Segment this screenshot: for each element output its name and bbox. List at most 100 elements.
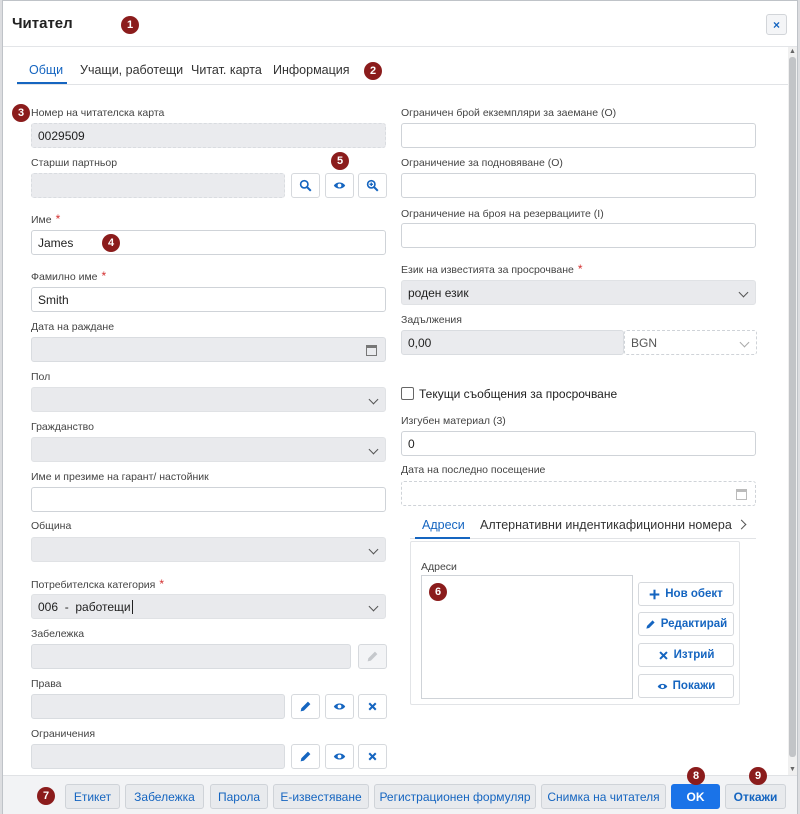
marker-badge-3: 3 [12,104,30,122]
main-tabs: Общи Учащи, работещи Читат. карта Информ… [17,59,793,85]
plus-icon [649,589,660,599]
restrictions-label: Ограничения [31,728,95,740]
subtab-alternative-ids[interactable]: Алтернативни индентикафиционни номера [480,518,732,532]
pencil-icon [646,619,655,629]
senior-partner-field[interactable] [31,173,285,198]
cancel-button[interactable]: Откажи [725,784,786,809]
senior-partner-label: Старши партньор [31,157,118,169]
calendar-icon [736,489,747,500]
calendar-icon[interactable] [366,345,377,356]
password-button[interactable]: Парола [210,784,268,809]
citizenship-select[interactable] [31,437,386,462]
last-name-input[interactable]: Smith [31,287,386,312]
remove-restrictions-button[interactable] [358,744,387,769]
addresses-list[interactable] [421,575,633,699]
new-object-button[interactable]: Нов обект [638,582,734,606]
eye-icon [333,753,346,760]
label-button[interactable]: Етикет [65,784,120,809]
edit-address-label: Редактирай [660,618,728,630]
content-scrollbar[interactable]: ▲ ▼ [788,47,797,775]
remove-rights-button[interactable] [358,694,387,719]
tab-information[interactable]: Информация [273,63,350,77]
eye-icon [333,182,346,189]
scroll-thumb[interactable] [789,57,796,757]
lost-material-label: Изгубен материал (3) [401,415,506,427]
overdue-language-select[interactable]: роден език [401,280,756,305]
scroll-down-icon[interactable]: ▼ [788,765,797,774]
search-partner-button[interactable] [291,173,320,198]
addresses-label: Адреси [421,561,457,573]
edit-rights-button[interactable] [291,694,320,719]
card-number-field[interactable]: 0029509 [31,123,386,148]
marker-badge-8: 8 [687,767,705,785]
renewal-limit-label: Ограничение за подновяване (О) [401,157,563,169]
rights-field[interactable] [31,694,285,719]
gender-label: Пол [31,371,51,383]
registration-form-button[interactable]: Регистрационен формуляр [374,784,536,809]
e-notification-button[interactable]: Е-известяване [273,784,369,809]
active-subtab-indicator [415,537,470,539]
birth-date-label: Дата на раждане [31,321,115,333]
first-name-input[interactable]: James [31,230,386,255]
note-field[interactable] [31,644,351,669]
chevron-down-icon [739,337,750,348]
edit-note-button[interactable] [358,644,387,669]
reservation-limit-input[interactable] [401,223,756,248]
eye-icon [333,703,346,710]
delete-address-label: Изтрий [673,649,715,661]
view-partner-button[interactable] [325,173,354,198]
overdue-messages-checkbox[interactable] [401,387,414,400]
last-name-label: Фамилно име * [31,269,107,283]
times-icon [368,752,377,761]
renewal-limit-input[interactable] [401,173,756,198]
chevron-down-icon [368,544,379,555]
debts-label: Задължения [401,314,462,326]
municipality-select[interactable] [31,537,386,562]
user-category-select[interactable]: 006 - работещи [31,594,386,619]
marker-badge-1: 1 [121,16,139,34]
scroll-up-icon[interactable]: ▲ [788,47,797,56]
marker-badge-4: 4 [102,234,120,252]
subtab-addresses[interactable]: Адреси [422,518,465,532]
tab-general[interactable]: Общи [29,63,63,77]
lost-material-value: 0 [408,436,415,451]
chevron-right-icon[interactable] [736,519,747,530]
view-restrictions-button[interactable] [325,744,354,769]
ok-button[interactable]: OK [671,784,720,809]
active-tab-indicator [17,82,67,84]
birth-date-input[interactable] [31,337,386,362]
reservation-limit-label: Ограничение на броя на резервациите (I) [401,208,604,220]
marker-badge-7: 7 [37,787,55,805]
restrictions-field[interactable] [31,744,285,769]
marker-badge-6: 6 [429,583,447,601]
reader-photo-button[interactable]: Снимка на читателя [541,784,666,809]
delete-address-button[interactable]: Изтрий [638,643,734,667]
edit-restrictions-button[interactable] [291,744,320,769]
zoom-partner-button[interactable] [358,173,387,198]
chevron-down-icon [368,601,379,612]
reader-dialog: Читател × 1 2 3 4 5 6 7 8 9 Общи Учащи, … [2,0,798,814]
rights-label: Права [31,678,62,690]
times-icon [368,702,377,711]
edit-address-button[interactable]: Редактирай [638,612,734,636]
marker-badge-9: 9 [749,767,767,785]
tab-students-workers[interactable]: Учащи, работещи [80,63,183,77]
chevron-down-icon [368,394,379,405]
last-visit-field[interactable] [401,481,756,506]
overdue-language-value: роден език [408,285,469,300]
pencil-icon [367,651,378,662]
gender-select[interactable] [31,387,386,412]
close-button[interactable]: × [766,14,787,35]
tab-reader-card[interactable]: Читат. карта [191,63,262,77]
show-address-button[interactable]: Покажи [638,674,734,698]
overdue-language-label: Език на известията за просрочване * [401,262,583,276]
view-rights-button[interactable] [325,694,354,719]
lost-material-input[interactable]: 0 [401,431,756,456]
guarantor-input[interactable] [31,487,386,512]
max-copies-input[interactable] [401,123,756,148]
chevron-down-icon [738,287,749,298]
chevron-down-icon [368,444,379,455]
currency-select[interactable]: BGN [624,330,757,355]
note-button[interactable]: Забележка [125,784,204,809]
debts-field[interactable]: 0,00 [401,330,624,355]
